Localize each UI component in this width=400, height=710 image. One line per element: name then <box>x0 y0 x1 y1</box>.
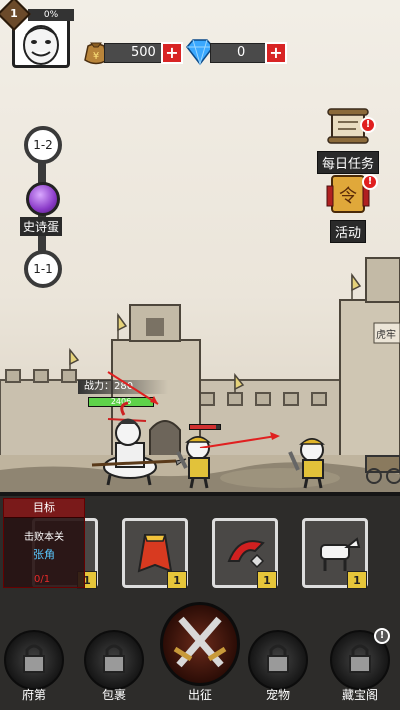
item-count: 1 <box>167 571 187 589</box>
events-label: 活动 <box>329 220 366 243</box>
siege-cart <box>365 455 400 484</box>
svg-text:令: 令 <box>339 186 357 207</box>
gate-sign: 虎牢 <box>376 330 396 341</box>
nav-pets-button[interactable] <box>248 630 308 690</box>
guide-arrows <box>107 371 280 448</box>
nav-treasure-label: 藏宝阁 <box>341 688 378 702</box>
treasure-alert-badge: ! <box>374 628 390 644</box>
nav-bag-button[interactable] <box>84 630 144 690</box>
objective-panel[interactable]: 目标 击败本关 张角 0/1 <box>3 498 85 588</box>
gold-value: 500 <box>131 45 156 60</box>
nav-pets-label: 宠物 <box>265 688 290 702</box>
objective-target: 张角 <box>33 548 55 561</box>
exp-percent: 0% <box>28 9 74 21</box>
add-gem-button[interactable]: + <box>265 42 287 64</box>
stage-node-1-1[interactable]: 1-1 <box>24 250 62 288</box>
events-alert-badge: ! <box>362 174 378 190</box>
daily-tasks-label: 每日任务 <box>316 151 379 174</box>
inventory-slot-red-helmet[interactable]: 1 <box>212 518 278 589</box>
item-count: 1 <box>257 571 277 589</box>
objective-progress: 0/1 <box>34 574 51 585</box>
gem-value: 0 <box>237 45 246 60</box>
item-count: 1 <box>347 571 367 589</box>
epic-egg-icon[interactable] <box>26 182 60 216</box>
daily-tasks-button[interactable]: ! 每日任务 <box>314 105 382 174</box>
nav-battle-label: 出征 <box>187 688 212 702</box>
inventory-slot-white-horse[interactable]: 1 <box>302 518 368 589</box>
stage-node-1-2[interactable]: 1-2 <box>24 126 62 164</box>
lock-icon <box>267 644 289 673</box>
crossed-swords-icon <box>173 616 227 668</box>
gold-counter: 500 + <box>104 42 183 64</box>
svg-text:¥: ¥ <box>93 51 99 62</box>
nav-mansion-label: 府第 <box>21 688 46 702</box>
epic-egg-label: 史诗蛋 <box>20 217 63 236</box>
nav-mansion-button[interactable] <box>4 630 64 690</box>
daily-tasks-alert-badge: ! <box>360 117 376 133</box>
gem-counter: 0 + <box>210 42 287 64</box>
events-button[interactable]: 令 ! 活动 <box>318 172 378 243</box>
nav-bag-label: 包裹 <box>101 688 126 702</box>
inventory-slot-red-cape[interactable]: 1 <box>122 518 188 589</box>
lock-icon <box>103 644 125 673</box>
objective-title: 目标 <box>4 499 84 518</box>
lock-icon <box>23 644 45 673</box>
nav-battle-button[interactable] <box>160 602 240 686</box>
add-gold-button[interactable]: + <box>161 42 183 64</box>
objective-desc: 击败本关 <box>24 532 64 543</box>
